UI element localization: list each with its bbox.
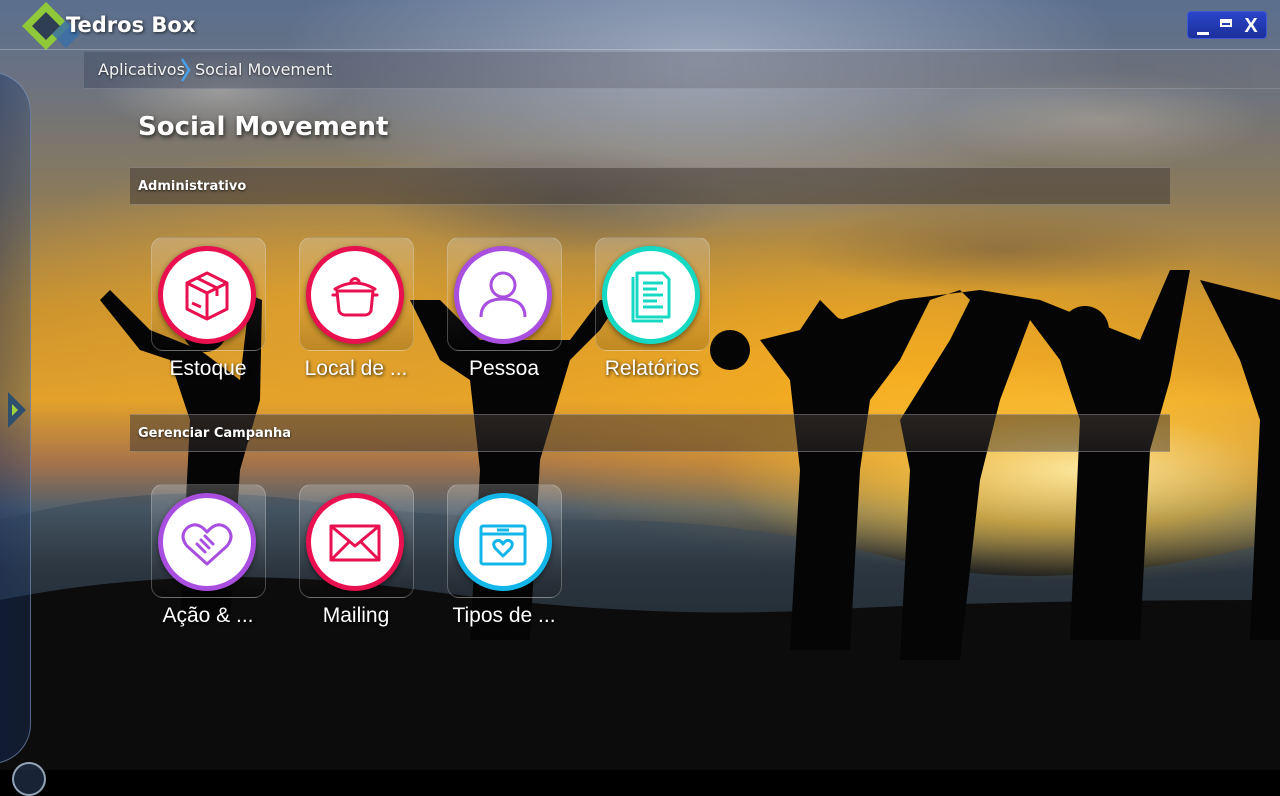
tile-label: Local de ... (304, 357, 408, 380)
tile-icon-circle (306, 493, 404, 591)
tile-label: Ação & ... (162, 604, 254, 627)
tile-acao[interactable]: Ação & ... (148, 484, 296, 644)
handshake-heart-icon (181, 523, 233, 566)
tile-label: Relatórios (604, 357, 700, 380)
start-orb-button[interactable] (12, 762, 46, 796)
window-controls: X (1187, 11, 1267, 39)
tile-mailing[interactable]: Mailing (296, 484, 444, 644)
donation-box-icon (479, 524, 527, 566)
title-bar: Tedros Box X (0, 0, 1280, 50)
tile-label: Tipos de ... (452, 604, 556, 627)
envelope-icon (329, 524, 381, 562)
tile-tipos[interactable]: Tipos de ... (444, 484, 592, 644)
expand-panel-arrow-icon[interactable] (2, 390, 30, 430)
close-button[interactable]: X (1240, 12, 1262, 40)
breadcrumb-item-aplicativos[interactable]: Aplicativos (98, 60, 185, 79)
maximize-button[interactable] (1217, 12, 1235, 40)
tile-label: Estoque (169, 357, 247, 380)
tile-icon-circle (306, 246, 404, 344)
tile-relatorios[interactable]: Relatórios (592, 237, 740, 397)
breadcrumb-item-current[interactable]: Social Movement (195, 60, 332, 79)
cooking-pot-icon (331, 277, 379, 317)
tile-icon-circle (454, 246, 552, 344)
tile-icon-circle (158, 246, 256, 344)
tile-icon-circle (602, 246, 700, 344)
tile-estoque[interactable]: Estoque (148, 237, 296, 397)
breadcrumb-separator-icon (180, 58, 191, 82)
minimize-button[interactable] (1194, 12, 1212, 40)
breadcrumb: Aplicativos Social Movement (84, 52, 1280, 89)
box-icon (185, 271, 229, 321)
title-bar-divider (0, 49, 1280, 50)
tile-icon-circle (454, 493, 552, 591)
person-icon (479, 271, 527, 318)
tile-icon-circle (158, 493, 256, 591)
app-title: Tedros Box (66, 13, 196, 37)
page-title: Social Movement (138, 112, 389, 142)
section-label: Administrativo (138, 179, 247, 194)
section-label: Gerenciar Campanha (138, 426, 292, 441)
section-gerenciar-campanha: Gerenciar Campanha (130, 414, 1170, 452)
tile-local[interactable]: Local de ... (296, 237, 444, 397)
document-icon (631, 271, 671, 323)
tile-label: Pessoa (468, 357, 540, 380)
section-administrativo: Administrativo (130, 167, 1170, 205)
tile-label: Mailing (322, 604, 390, 627)
tile-pessoa[interactable]: Pessoa (444, 237, 592, 397)
